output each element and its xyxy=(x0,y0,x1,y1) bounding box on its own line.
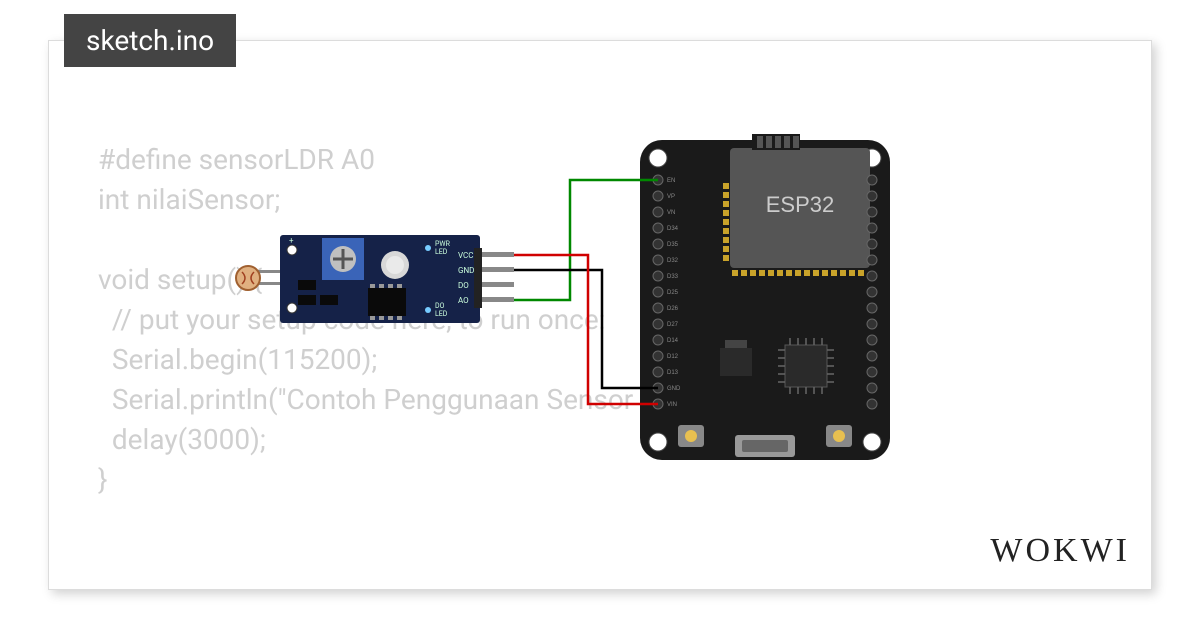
svg-text:D13: D13 xyxy=(667,370,679,376)
svg-text:VP: VP xyxy=(667,194,675,200)
wire-gnd-black xyxy=(514,270,658,388)
svg-text:EN: EN xyxy=(667,178,675,184)
svg-text:D25: D25 xyxy=(667,290,679,296)
svg-text:VCC: VCC xyxy=(458,251,473,260)
svg-text:AO: AO xyxy=(458,296,469,305)
svg-text:GND: GND xyxy=(667,386,681,392)
wokwi-logo: WOKWI xyxy=(990,532,1130,570)
svg-text:D32: D32 xyxy=(667,258,679,264)
code-line: } xyxy=(98,463,107,496)
svg-text:D12: D12 xyxy=(667,354,679,360)
svg-text:D26: D26 xyxy=(667,306,679,312)
esp32-board: ESP32 EN VP VN xyxy=(640,134,890,460)
svg-text:VN: VN xyxy=(667,210,675,216)
wire-vcc-red xyxy=(514,255,658,404)
svg-text:VIN: VIN xyxy=(667,402,677,408)
file-tab[interactable]: sketch.ino xyxy=(64,14,236,67)
svg-text:D27: D27 xyxy=(667,322,679,328)
wire-ao-green xyxy=(514,180,658,300)
svg-text:DO: DO xyxy=(435,302,445,310)
svg-text:DO: DO xyxy=(458,281,469,290)
svg-text:LED: LED xyxy=(435,310,448,318)
esp32-label: ESP32 xyxy=(766,192,835,217)
svg-text:LED: LED xyxy=(435,248,448,256)
svg-text:GND: GND xyxy=(458,266,474,275)
svg-text:D14: D14 xyxy=(667,338,679,344)
svg-text:D35: D35 xyxy=(667,242,679,248)
svg-text:+: + xyxy=(289,236,294,245)
svg-text:PWR: PWR xyxy=(435,240,451,248)
circuit-diagram: ESP32 EN VP VN xyxy=(230,130,930,470)
ldr-module: + PWR LED DO xyxy=(236,235,514,323)
svg-text:D34: D34 xyxy=(667,226,679,232)
svg-text:D33: D33 xyxy=(667,274,679,280)
